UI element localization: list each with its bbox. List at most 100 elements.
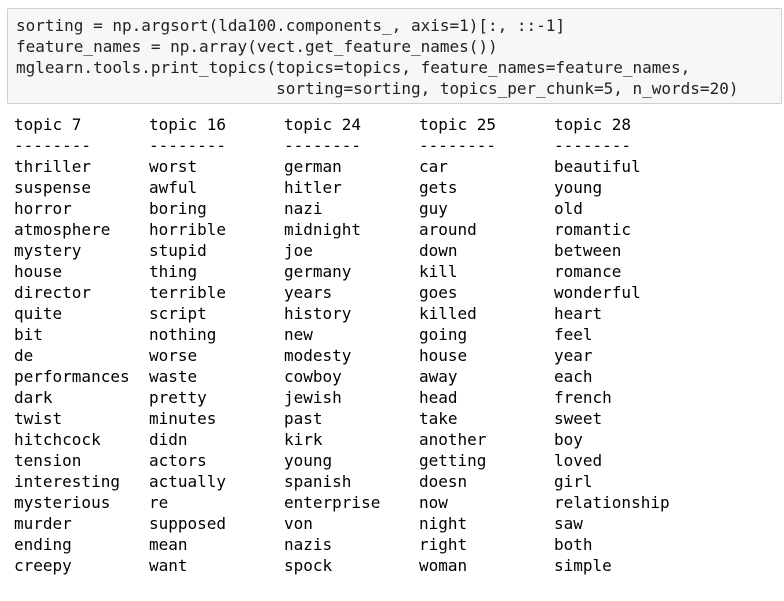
topic-word: kill	[419, 262, 458, 281]
topic-column: topic 7 -------- thriller suspense horror atm…	[14, 114, 149, 576]
topic-word: horrible	[149, 220, 227, 239]
topic-word: each	[554, 367, 593, 386]
code-line: sorting=sorting, topics_per_chunk=5, n_w…	[16, 79, 739, 98]
topic-word: away	[419, 367, 458, 386]
topic-word: doesn	[419, 472, 468, 491]
topic-word: both	[554, 535, 593, 554]
topic-separator: --------	[149, 136, 227, 155]
topic-word: german	[284, 157, 342, 176]
topic-word: de	[14, 346, 34, 365]
topic-word: car	[419, 157, 448, 176]
topic-word: gets	[419, 178, 458, 197]
topic-word: twist	[14, 409, 63, 428]
topic-column: topic 16 -------- worst awful boring horrible…	[149, 114, 284, 576]
topic-word: joe	[284, 241, 313, 260]
topic-word: hitchcock	[14, 430, 101, 449]
topic-word: enterprise	[284, 493, 381, 512]
topic-word: now	[419, 493, 448, 512]
topic-word: simple	[554, 556, 612, 575]
topic-header: topic 16	[149, 115, 227, 134]
topic-word: house	[419, 346, 468, 365]
topic-word: nazi	[284, 199, 323, 218]
topic-word: creepy	[14, 556, 72, 575]
topic-word: spock	[284, 556, 333, 575]
topic-header: topic 25	[419, 115, 497, 134]
topic-word: nothing	[149, 325, 217, 344]
topic-separator: --------	[14, 136, 92, 155]
topic-header: topic 24	[284, 115, 362, 134]
topic-word: beautiful	[554, 157, 641, 176]
topic-word: wonderful	[554, 283, 641, 302]
topic-word: history	[284, 304, 352, 323]
topic-word: mysterious	[14, 493, 111, 512]
topic-word: going	[419, 325, 468, 344]
topic-word: ending	[14, 535, 72, 554]
topic-separator: --------	[284, 136, 362, 155]
topic-word: feel	[554, 325, 593, 344]
topic-word: jewish	[284, 388, 342, 407]
topic-separator: --------	[419, 136, 497, 155]
topic-separator: --------	[554, 136, 632, 155]
topic-word: atmosphere	[14, 220, 111, 239]
topic-word: loved	[554, 451, 603, 470]
topic-word: years	[284, 283, 333, 302]
topic-word: mystery	[14, 241, 82, 260]
topic-word: stupid	[149, 241, 207, 260]
topic-word: minutes	[149, 409, 217, 428]
topic-word: french	[554, 388, 612, 407]
topic-word: re	[149, 493, 169, 512]
topic-word: new	[284, 325, 313, 344]
topic-column: topic 25 -------- car gets guy around down kill…	[419, 114, 554, 576]
code-cell-input[interactable]: sorting = np.argsort(lda100.components_,…	[7, 8, 782, 104]
topic-word: modesty	[284, 346, 352, 365]
topic-word: terrible	[149, 283, 227, 302]
topic-word: germany	[284, 262, 352, 281]
topic-word: horror	[14, 199, 72, 218]
topic-column: topic 24 -------- german hitler nazi midnight…	[284, 114, 419, 576]
topic-word: interesting	[14, 472, 120, 491]
code-line: mglearn.tools.print_topics(topics=topics…	[16, 58, 691, 77]
topic-word: mean	[149, 535, 188, 554]
topic-word: year	[554, 346, 593, 365]
topic-word: didn	[149, 430, 188, 449]
topic-word: boring	[149, 199, 207, 218]
topic-word: performances	[14, 367, 130, 386]
topic-word: goes	[419, 283, 458, 302]
topic-word: actors	[149, 451, 207, 470]
topic-word: head	[419, 388, 458, 407]
code-line: sorting = np.argsort(lda100.components_,…	[16, 16, 566, 35]
topic-word: girl	[554, 472, 593, 491]
topic-word: script	[149, 304, 207, 323]
topic-word: dark	[14, 388, 53, 407]
topic-word: old	[554, 199, 583, 218]
topic-word: past	[284, 409, 323, 428]
topic-word: worse	[149, 346, 198, 365]
topic-word: nazis	[284, 535, 333, 554]
topic-word: pretty	[149, 388, 207, 407]
topic-word: down	[419, 241, 458, 260]
topic-word: around	[419, 220, 477, 239]
topic-word: thing	[149, 262, 198, 281]
topic-word: worst	[149, 157, 198, 176]
topic-word: actually	[149, 472, 227, 491]
topic-word: relationship	[554, 493, 670, 512]
topic-word: want	[149, 556, 188, 575]
topic-word: waste	[149, 367, 198, 386]
topic-word: young	[284, 451, 333, 470]
topic-header: topic 7	[14, 115, 82, 134]
topic-word: heart	[554, 304, 603, 323]
topic-word: romantic	[554, 220, 632, 239]
topic-word: house	[14, 262, 63, 281]
topic-word: spanish	[284, 472, 352, 491]
topic-word: night	[419, 514, 468, 533]
topic-word: sweet	[554, 409, 603, 428]
topic-word: between	[554, 241, 622, 260]
topic-word: saw	[554, 514, 583, 533]
topic-word: quite	[14, 304, 63, 323]
topic-word: woman	[419, 556, 468, 575]
topic-word: young	[554, 178, 603, 197]
topic-word: supposed	[149, 514, 227, 533]
topic-word: midnight	[284, 220, 362, 239]
topic-word: hitler	[284, 178, 342, 197]
topic-word: bit	[14, 325, 43, 344]
